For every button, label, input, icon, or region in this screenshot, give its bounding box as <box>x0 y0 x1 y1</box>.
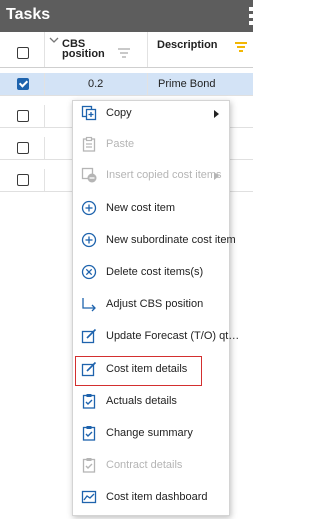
menu-item-label: New subordinate cost item <box>106 234 236 246</box>
plus-circle-icon <box>81 232 97 248</box>
menu-item-insert-copied-cost-items[interactable]: Insert copied cost items <box>73 164 229 188</box>
copy-icon <box>81 105 97 121</box>
plus-circle-icon <box>81 200 97 216</box>
menu-item-cost-item-details[interactable]: Cost item details <box>73 358 229 382</box>
column-label-position: position <box>62 48 105 60</box>
filter-active-icon[interactable] <box>234 42 248 52</box>
menu-item-label: Cost item details <box>106 363 188 375</box>
submenu-arrow-icon <box>214 172 219 180</box>
edit-icon <box>81 328 97 344</box>
description-cell: Prime Bond <box>148 73 253 95</box>
menu-item-actuals-details[interactable]: Actuals details <box>73 390 229 414</box>
menu-item-delete-cost-items[interactable]: Delete cost items(s) <box>73 261 229 285</box>
submenu-arrow-icon <box>214 110 219 118</box>
column-header-cbs-position[interactable]: CBS position <box>45 32 148 67</box>
row-checkbox[interactable] <box>17 142 29 154</box>
menu-item-label: Update Forecast (T/O) qt… <box>106 330 240 342</box>
menu-item-contract-details[interactable]: Contract details <box>73 454 229 478</box>
menu-item-label: Contract details <box>106 459 183 471</box>
row-checkbox-cell <box>0 137 45 159</box>
paste-icon <box>82 136 96 152</box>
description-value: Prime Bond <box>158 78 216 90</box>
menu-item-label: Change summary <box>106 427 193 439</box>
more-options-icon[interactable] <box>249 7 253 25</box>
panel-title: Tasks <box>6 6 51 23</box>
clipboard-check-icon <box>82 394 96 409</box>
row-checkbox[interactable] <box>17 174 29 186</box>
menu-item-label: Paste <box>106 138 135 150</box>
cbs-position-value: 0.2 <box>88 78 104 90</box>
context-menu: Copy Paste Insert copied cost items New … <box>72 100 239 516</box>
menu-item-label: Delete cost items(s) <box>106 266 204 278</box>
clipboard-check-icon <box>82 458 96 473</box>
menu-item-adjust-cbs-position[interactable]: Adjust CBS position <box>73 293 229 317</box>
x-circle-icon <box>81 264 97 280</box>
menu-item-new-cost-item[interactable]: New cost item <box>73 197 229 221</box>
row-checkbox[interactable] <box>17 110 29 122</box>
grid-header: CBS position Description <box>0 32 253 68</box>
edit-icon <box>81 361 97 377</box>
tasks-panel-header: Tasks <box>0 0 253 32</box>
clipboard-check-icon <box>82 426 96 441</box>
table-row[interactable]: 0.2 Prime Bond <box>0 73 253 96</box>
sort-chevron-icon[interactable] <box>49 36 59 44</box>
menu-item-cost-item-dashboard[interactable]: Cost item dashboard <box>73 486 229 510</box>
column-label-description: Description <box>157 39 218 51</box>
row-checkbox[interactable] <box>17 78 29 90</box>
filter-icon[interactable] <box>117 48 131 58</box>
menu-item-label: Copy <box>106 107 132 119</box>
menu-item-paste[interactable]: Paste <box>73 133 229 157</box>
menu-item-label: Adjust CBS position <box>106 298 204 310</box>
select-all-checkbox[interactable] <box>17 47 29 59</box>
column-header-description[interactable]: Description <box>148 32 253 67</box>
row-checkbox-cell <box>0 73 45 95</box>
menu-item-label: Cost item dashboard <box>106 491 208 503</box>
menu-item-new-subordinate-cost-item[interactable]: New subordinate cost item <box>73 229 236 253</box>
menu-item-change-summary[interactable]: Change summary <box>73 422 229 446</box>
menu-item-label: New cost item <box>106 202 176 214</box>
menu-item-label: Actuals details <box>106 395 177 407</box>
row-checkbox-cell <box>0 169 45 191</box>
dashboard-chart-icon <box>81 490 97 504</box>
insert-copied-icon <box>81 167 97 183</box>
adjust-arrow-icon <box>82 298 96 312</box>
select-all-cell <box>0 32 45 67</box>
menu-item-update-forecast[interactable]: Update Forecast (T/O) qt… <box>73 325 239 349</box>
row-checkbox-cell <box>0 105 45 127</box>
cbs-position-cell: 0.2 <box>45 73 148 95</box>
menu-item-copy[interactable]: Copy <box>73 102 229 126</box>
menu-item-label: Insert copied cost items <box>106 169 222 181</box>
